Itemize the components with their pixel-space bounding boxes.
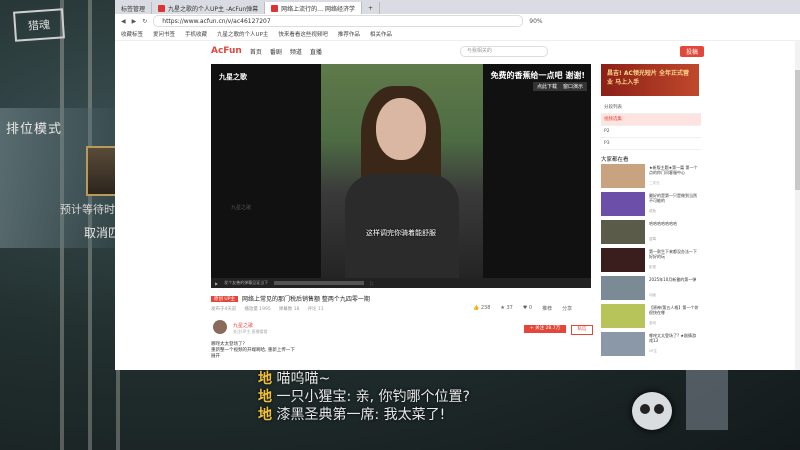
video-player[interactable]: 九星之歌 九星之歌 免费的香蕉给一点吧 谢谢! 点此下载 窗口演示 这样调完你骑… [211,64,591,278]
thumbnail [601,164,645,188]
nav-item[interactable]: 首页 [250,47,262,56]
game-wait-label: 预计等待时 [60,203,115,216]
search-input[interactable]: 与我相关的 [459,45,548,57]
avatar[interactable] [213,320,227,334]
recommend-title: 大家都在看 [601,157,629,163]
thumbnail [601,304,645,328]
scrollbar-thumb[interactable] [795,70,800,190]
chat-line: 地 一只小猩宝: 亲, 你钓哪个位置? [258,389,470,405]
sidebar-ad[interactable]: 昌吉! AC领光短片 全年正式营业 马上入手 [601,64,699,96]
danmaku-input[interactable]: 发个友善的弹幕见证当下 [224,280,268,286]
fullscreen-icon[interactable]: ⛶ [370,281,373,286]
recommend-item[interactable]: ★新版主题★第一篇 第一个点的你门问客服中心 二次元 [601,164,701,188]
stat-item: 评论 11 [307,307,324,312]
uploader-sub: 关注UP主 直播看看 [233,329,268,334]
video-stats: 发布于4天前 播放量 1995 弹幕数 18 评论 11 [211,306,324,312]
bookmark-item[interactable]: 推荐作品 [338,30,360,38]
play-icon[interactable]: ▶ [215,281,218,286]
thumbnail [601,332,645,356]
new-tab-button[interactable]: + [362,2,381,14]
video-subtitle: 这样调完你骑着能舒服 [366,229,436,237]
player-banner: 免费的香蕉给一点吧 谢谢! [490,71,585,80]
bookmark-item[interactable]: 爱问书签 [153,30,175,38]
video-frame [321,64,483,278]
parts-list: 分段列表 视频选集 P2 P3 [601,102,701,150]
recommend-item[interactable]: 2025年10月新番的第一弹 动画 [601,276,701,300]
video-title-row: 原创 UP主 网络上常见的那门税后销售额 整两个九四零一期 [211,294,370,303]
player-download-button[interactable]: 点此下载 [533,82,562,91]
stat-item: 弹幕数 18 [278,307,300,312]
share-button[interactable]: 分享 [562,305,572,312]
player-brand: 九星之歌 [219,73,247,81]
zoom-level[interactable]: 90% [529,18,542,25]
upload-button[interactable]: 投稿 [679,45,704,57]
game-logo: 猎魂 [13,8,65,42]
url-field[interactable]: https://www.acfun.cn/v/ac46127207 [153,15,524,27]
reload-icon[interactable]: ↻ [142,18,147,25]
recommend-item[interactable]: 最好的是第一只是做到当然不可能的 咸鱼 [601,192,701,216]
game-side-card [686,370,728,430]
tab-acfun-profile[interactable]: 九星之歌的个人UP主 -AcFun弹幕 [152,2,266,14]
chat-line: 地 喵呜喵~ [258,371,331,387]
game-chat: 地 喵呜喵~ 地 一只小猩宝: 亲, 你钓哪个位置? 地 漆黑圣典第一席: 我太… [258,370,658,424]
nav-item[interactable]: 番剧 [270,47,282,56]
tab-manager[interactable]: 标签管理 [115,2,153,14]
person-face [376,98,426,160]
part-item[interactable]: P3 [601,138,701,150]
player-window-button[interactable]: 窗口演示 [559,82,588,91]
bookmark-item[interactable]: 手机收藏 [185,30,207,38]
video-actions: 👍 238 ★ 37 ♥ 0 推荐 分享 [473,305,572,312]
thumbnail [601,192,645,216]
acfun-logo[interactable]: AcFun [211,46,242,56]
page-scrollbar[interactable] [795,40,800,370]
browser-window: 标签管理 九星之歌的个人UP主 -AcFun弹幕 网络上流行的… 网络经济学 +… [115,0,800,370]
skull-icon[interactable] [632,392,672,430]
bookmark-item[interactable]: 收藏标签 [121,30,143,38]
site-header: AcFun 首页 番剧 频道 直播 与我相关的 投稿 [115,41,800,61]
bookmark-item[interactable]: 相关作品 [370,30,392,38]
progress-bar[interactable] [274,281,365,285]
bookmark-item[interactable]: 快来看看这些视频吧 [278,30,328,38]
tab-bar: 标签管理 九星之歌的个人UP主 -AcFun弹幕 网络上流行的… 网络经济学 + [115,0,800,14]
part-item[interactable]: 视频选集 [601,114,701,126]
video-tag: 原创 UP主 [211,295,238,302]
like-button[interactable]: 👍 238 [473,305,490,312]
thumbnail [601,220,645,244]
recommend-item[interactable]: 第一款生下来都没办法一下好好的玩 影视 [601,248,701,272]
parts-title: 分段列表 [601,102,701,114]
bookmark-item[interactable]: 九星之歌的个人UP主 [217,30,268,38]
recommend-item[interactable]: 【原神/第五人格】第一个你很快在哪 游戏 [601,304,701,328]
recommend-item[interactable]: 哪咤太太登场了? ★剧情游戏13 UP主 [601,332,701,356]
address-bar-row: ◀ ▶ ↻ https://www.acfun.cn/v/ac46127207 … [115,14,800,28]
part-item[interactable]: P2 [601,126,701,138]
nav-item[interactable]: 频道 [290,47,302,56]
uploader-name[interactable]: 九星之歌 [233,322,253,329]
player-controls: ▶ 发个友善的弹幕见证当下 ⛶ [211,278,591,288]
tab-acfun-video[interactable]: 网络上流行的… 网络经济学 [265,2,363,14]
thumbnail [601,248,645,272]
forward-icon[interactable]: ▶ [132,18,137,25]
banana-button[interactable]: ★ 37 [500,305,512,312]
acfun-tab-icon [271,4,279,12]
expand-link[interactable]: 展开 [211,354,295,360]
bookmarks-bar: 收藏标签 爱问书签 手机收藏 九星之歌的个人UP主 快来看看这些视频吧 推荐作品… [115,28,800,41]
person-body [345,174,459,278]
game-mode-label: 排位模式 [6,122,63,137]
video-description: 哪咤太太登场了? 重新整一个视频的开端啊哈, 重新上传一下 展开 [211,342,295,360]
message-button[interactable]: 私信 [571,325,593,335]
player-watermark: 九星之歌 [231,205,252,211]
follow-button[interactable]: + 关注 28.7万 [524,325,566,333]
stat-item: 发布于4天前 [211,307,237,312]
chat-line: 地 漆黑圣典第一席: 我太菜了! [258,407,446,423]
back-icon[interactable]: ◀ [121,18,126,25]
nav-item[interactable]: 直播 [310,47,322,56]
thumbnail [601,276,645,300]
recommend-item[interactable]: 哈哈哈哈哈哈哈 蓝莓 [601,220,701,244]
recommend-button[interactable]: 推荐 [542,305,552,312]
collect-button[interactable]: ♥ 0 [523,305,532,312]
stat-item: 播放量 1995 [244,307,271,312]
acfun-tab-icon [158,4,166,12]
video-title: 网络上常见的那门税后销售额 整两个九四零一期 [241,296,370,303]
